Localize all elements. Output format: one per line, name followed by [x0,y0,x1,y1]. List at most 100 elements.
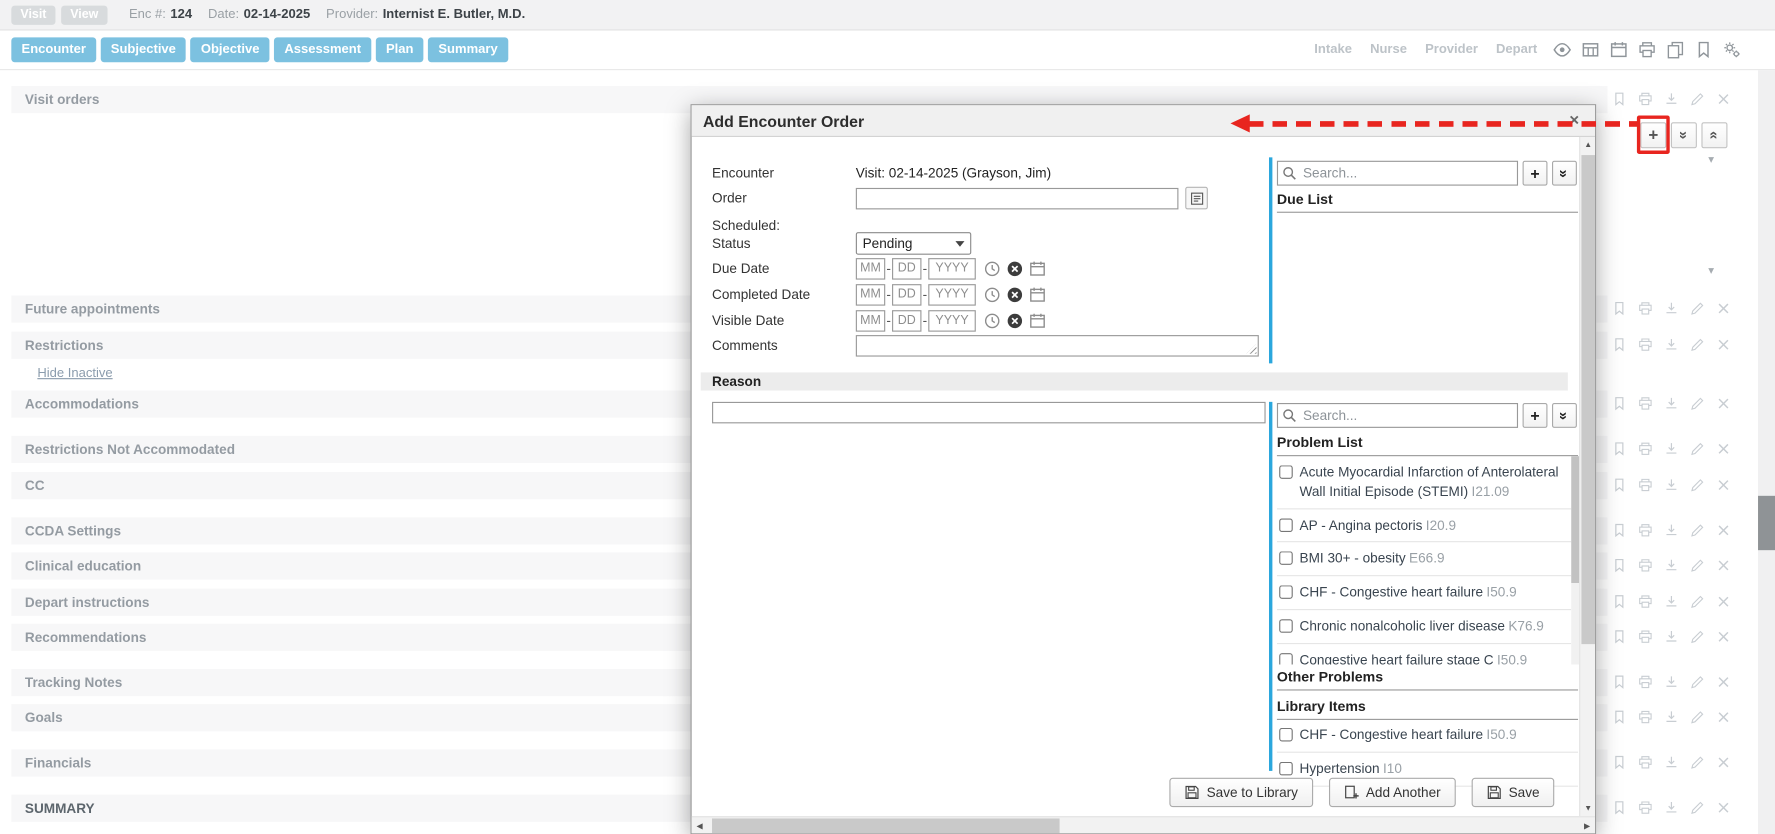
problem-list-item[interactable]: BMI 30+ - obesityE66.9 [1277,543,1571,577]
problem-checkbox[interactable] [1279,518,1293,532]
problem-checkbox[interactable] [1279,762,1293,776]
x-icon[interactable] [1716,92,1731,107]
time-icon[interactable] [984,286,1001,303]
pencil-icon[interactable] [1690,441,1705,456]
bookmark-icon[interactable] [1695,41,1713,59]
tab-objective[interactable]: Objective [191,37,270,62]
due-date-mm-input[interactable] [856,258,885,280]
library-item[interactable]: CHF - Congestive heart failureI50.9 [1277,719,1578,753]
pencil-icon[interactable] [1690,301,1705,316]
problem-checkbox[interactable] [1279,465,1293,479]
view-button[interactable]: View [61,5,107,24]
tab-subjective[interactable]: Subjective [101,37,187,62]
x-icon[interactable] [1716,675,1731,690]
time-icon[interactable] [984,312,1001,329]
tab-assessment[interactable]: Assessment [274,37,371,62]
scroll-down-button[interactable]: ▼ [1580,800,1596,816]
printer-icon[interactable] [1638,396,1653,411]
x-icon[interactable] [1716,337,1731,352]
save-button[interactable]: Save [1471,778,1554,807]
order-browse-button[interactable] [1185,187,1208,210]
printer-icon[interactable] [1638,301,1653,316]
pencil-icon[interactable] [1690,675,1705,690]
download-icon[interactable] [1664,396,1679,411]
download-icon[interactable] [1664,558,1679,573]
download-icon[interactable] [1664,301,1679,316]
problem-checkbox[interactable] [1279,728,1293,742]
pencil-icon[interactable] [1690,710,1705,725]
pencil-icon[interactable] [1690,92,1705,107]
clear-date-icon[interactable] [1006,286,1023,303]
problem-checkbox[interactable] [1279,653,1293,665]
download-icon[interactable] [1664,441,1679,456]
pencil-icon[interactable] [1690,558,1705,573]
printer-icon[interactable] [1638,755,1653,770]
pencil-icon[interactable] [1690,594,1705,609]
x-icon[interactable] [1716,629,1731,644]
x-icon[interactable] [1716,478,1731,493]
bookmark-icon[interactable] [1612,675,1627,690]
download-icon[interactable] [1664,478,1679,493]
x-icon[interactable] [1716,396,1731,411]
printer-icon[interactable] [1638,337,1653,352]
due-date-dd-input[interactable] [892,258,921,280]
problem-list-item[interactable]: CHF - Congestive heart failureI50.9 [1277,576,1571,610]
printer-icon[interactable] [1638,594,1653,609]
download-icon[interactable] [1664,337,1679,352]
pencil-icon[interactable] [1690,478,1705,493]
add-reason-button[interactable]: + [1523,403,1548,428]
page-scrollbar[interactable] [1758,70,1775,834]
time-icon[interactable] [984,260,1001,277]
problem-list-scrollbar-thumb[interactable] [1571,456,1579,583]
download-icon[interactable] [1664,710,1679,725]
completed-date-dd-input[interactable] [892,284,921,306]
visit-button[interactable]: Visit [11,5,55,24]
collapse-all-button[interactable]: « [1701,122,1727,148]
expand-all-button[interactable]: » [1671,122,1697,148]
hide-inactive-link[interactable]: Hide Inactive [37,367,112,381]
calendar-icon[interactable] [1610,41,1628,59]
bookmark-icon[interactable] [1612,301,1627,316]
scroll-left-button[interactable]: ◀ [692,817,708,834]
pencil-icon[interactable] [1690,629,1705,644]
visible-date-mm-input[interactable] [856,310,885,332]
add-due-item-button[interactable]: + [1523,161,1548,186]
x-icon[interactable] [1716,523,1731,538]
save-to-library-button[interactable]: Save to Library [1169,778,1312,807]
add-another-button[interactable]: Add Another [1329,778,1456,807]
dialog-horizontal-scrollbar[interactable]: ◀ ▶ [692,816,1595,833]
download-icon[interactable] [1664,594,1679,609]
status-select[interactable]: Pending [856,232,971,255]
bookmark-icon[interactable] [1612,478,1627,493]
printer-icon[interactable] [1638,478,1653,493]
bookmark-icon[interactable] [1612,594,1627,609]
download-icon[interactable] [1664,92,1679,107]
eye-icon[interactable] [1553,41,1571,59]
scrollbar-thumb[interactable] [712,818,1060,833]
scroll-up-button[interactable]: ▲ [1580,137,1596,153]
printer-icon[interactable] [1638,800,1653,815]
download-icon[interactable] [1664,755,1679,770]
due-date-yyyy-input[interactable] [928,258,976,280]
reason-search-input[interactable] [1277,403,1518,428]
reason-input[interactable] [712,402,1266,424]
download-icon[interactable] [1664,800,1679,815]
scrollbar-thumb[interactable] [1581,155,1595,644]
bookmark-icon[interactable] [1612,441,1627,456]
download-icon[interactable] [1664,675,1679,690]
tab-plan[interactable]: Plan [376,37,424,62]
calendar-icon[interactable] [1029,312,1046,329]
printer-icon[interactable] [1638,92,1653,107]
printer-icon[interactable] [1638,675,1653,690]
bookmark-icon[interactable] [1612,337,1627,352]
x-icon[interactable] [1716,301,1731,316]
pencil-icon[interactable] [1690,523,1705,538]
expand-reason-list-button[interactable]: » [1552,403,1577,428]
x-icon[interactable] [1716,710,1731,725]
x-icon[interactable] [1716,558,1731,573]
tab-encounter[interactable]: Encounter [11,37,96,62]
problem-list-scrollbar[interactable] [1571,456,1579,664]
problem-list-item[interactable]: AP - Angina pectorisI20.9 [1277,509,1571,543]
problem-list-item[interactable]: Congestive heart failure stage CI50.9 [1277,644,1571,665]
collapse-caret-icon[interactable]: ▾ [1708,154,1714,166]
